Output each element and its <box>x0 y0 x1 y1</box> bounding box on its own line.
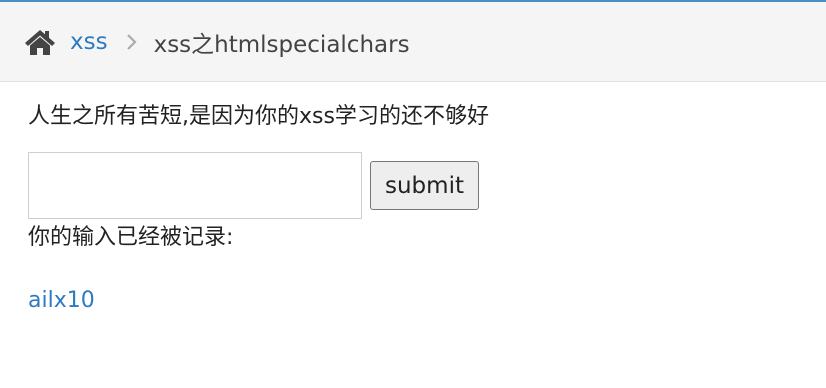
submit-button[interactable]: submit <box>370 161 479 211</box>
record-label: 你的输入已经被记录: <box>28 225 234 251</box>
message-input[interactable] <box>28 152 362 220</box>
breadcrumb-current: xss之htmlspecialchars <box>153 31 410 58</box>
chevron-right-icon <box>126 33 138 51</box>
intro-text: 人生之所有苦短,是因为你的xss学习的还不够好 <box>28 104 489 129</box>
record-value: ailx10 <box>28 287 95 313</box>
home-icon[interactable] <box>24 28 56 56</box>
message-form: submit <box>28 152 826 220</box>
main-content: 人生之所有苦短,是因为你的xss学习的还不够好 submit 你的输入已经被记录… <box>0 82 826 313</box>
breadcrumb-link-xss[interactable]: xss <box>70 29 108 55</box>
breadcrumb: xss xss之htmlspecialchars <box>0 2 826 82</box>
